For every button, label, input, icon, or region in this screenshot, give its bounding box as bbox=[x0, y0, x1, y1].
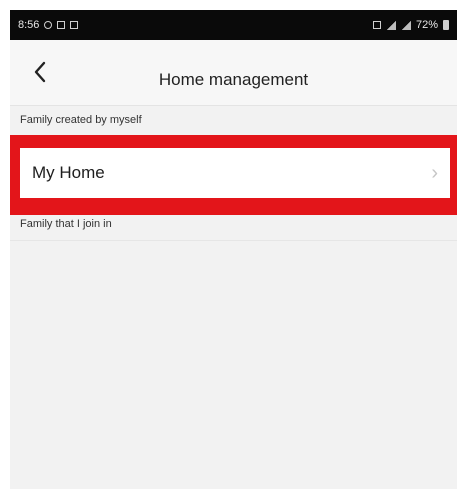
family-row-my-home[interactable]: My Home › bbox=[20, 148, 450, 198]
wifi-icon bbox=[385, 20, 396, 30]
section-divider bbox=[10, 240, 457, 241]
section-header-created: Family created by myself bbox=[20, 114, 142, 126]
status-right: 72% bbox=[372, 19, 449, 31]
status-left: 8:56 bbox=[18, 19, 79, 31]
navigation-bar: Home management bbox=[10, 40, 457, 106]
page-title: Home management bbox=[158, 70, 309, 89]
gallery-notification-icon bbox=[57, 21, 66, 29]
notification-icon bbox=[44, 21, 53, 29]
phone-screen: 8:56 72% Home management Family created … bbox=[10, 10, 457, 489]
section-header-joined: Family that I join in bbox=[20, 218, 112, 230]
status-time: 8:56 bbox=[18, 19, 40, 31]
chevron-right-icon: › bbox=[431, 162, 438, 184]
battery-percent: 72% bbox=[415, 19, 438, 31]
status-bar: 8:56 72% bbox=[10, 10, 457, 40]
mute-icon bbox=[372, 21, 381, 29]
message-notification-icon bbox=[70, 21, 79, 29]
battery-icon bbox=[443, 20, 449, 30]
family-name: My Home bbox=[32, 163, 105, 182]
signal-icon bbox=[400, 20, 411, 30]
